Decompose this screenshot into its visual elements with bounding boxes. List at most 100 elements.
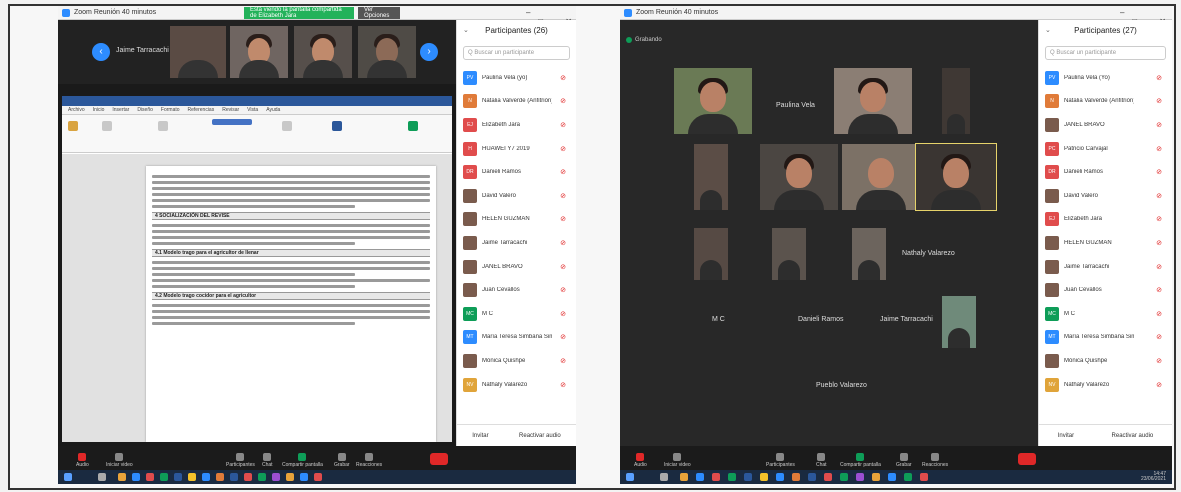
ribbon-tab[interactable]: Inicio (93, 106, 105, 114)
taskbar-icon[interactable] (728, 473, 736, 481)
taskbar-icon[interactable] (244, 473, 252, 481)
participants-button[interactable]: Participantes (226, 453, 255, 468)
taskbar-icon[interactable] (680, 473, 688, 481)
participant-row[interactable]: David Valero ⊘ (457, 184, 576, 208)
participant-row[interactable]: DR Danieli Ramos ⊘ (457, 160, 576, 184)
participant-row[interactable]: JANEL BRAVO ⊘ (457, 255, 576, 279)
chevron-down-icon[interactable]: ⌄ (463, 20, 469, 42)
taskbar-icon[interactable] (314, 473, 322, 481)
participant-row[interactable]: Jaime Tarracachi ⊘ (1039, 255, 1172, 279)
gallery-tile[interactable] (772, 228, 806, 280)
participant-row[interactable]: HELEN GUZMAN ⊘ (1039, 231, 1172, 255)
taskbar-icon[interactable] (300, 473, 308, 481)
participant-row[interactable]: Juan Cevallos ⊘ (457, 278, 576, 302)
reactions-button[interactable]: Reacciones (356, 453, 382, 468)
chat-button[interactable]: Chat (262, 453, 273, 468)
start-icon[interactable] (626, 473, 634, 481)
participant-row[interactable]: Jaime Tarracachi ⊘ (457, 231, 576, 255)
invite-button[interactable]: Invitar (472, 433, 488, 439)
chevron-down-icon[interactable]: ⌄ (1045, 20, 1051, 42)
participant-row[interactable]: H HUAWEI Y7 2019 ⊘ (457, 137, 576, 161)
gallery-tile-active-speaker[interactable] (915, 143, 997, 211)
participant-row[interactable]: DR Danieli Ramos ⊘ (1039, 160, 1172, 184)
taskbar-icon[interactable] (118, 473, 126, 481)
participant-search[interactable]: Q Buscar un participante (1045, 46, 1166, 60)
ribbon-tab[interactable]: Insertar (112, 106, 129, 114)
participant-row[interactable]: PV Paulina Vela (Yo) ⊘ (1039, 66, 1172, 90)
share-screen-button[interactable]: Compartir pantalla (282, 453, 323, 468)
taskbar-icon[interactable] (132, 473, 140, 481)
paragraph-icon[interactable] (282, 121, 292, 131)
taskbar-icon[interactable] (98, 473, 106, 481)
participants-button[interactable]: Participantes (766, 453, 795, 468)
reactions-button[interactable]: Reacciones (922, 453, 948, 468)
taskbar-icon[interactable] (174, 473, 182, 481)
record-button[interactable]: Grabar (896, 453, 912, 468)
participant-row[interactable]: PC Patricio Carvajal ⊘ (1039, 137, 1172, 161)
taskbar-icon[interactable] (888, 473, 896, 481)
gallery-tile[interactable] (694, 228, 728, 280)
participant-row[interactable]: NV Nathaly Valarezo ⊘ (457, 373, 576, 397)
participant-row[interactable]: David Valero ⊘ (1039, 184, 1172, 208)
style-box[interactable] (212, 119, 252, 125)
ribbon-tab[interactable]: Revisar (222, 106, 239, 114)
gallery-tile[interactable] (942, 296, 976, 348)
ribbon-tab[interactable]: Formato (161, 106, 180, 114)
taskbar-icon[interactable] (660, 473, 668, 481)
participant-row[interactable]: MC M C ⊘ (1039, 302, 1172, 326)
audio-button[interactable]: Audio (634, 453, 647, 468)
share-screen-button[interactable]: Compartir pantalla (840, 453, 881, 468)
ribbon-tab[interactable]: Referencias (188, 106, 215, 114)
taskbar-icon[interactable] (188, 473, 196, 481)
taskbar-icon[interactable] (286, 473, 294, 481)
gallery-tile[interactable] (760, 144, 838, 210)
participant-row[interactable]: PV Paulina Vela (yo) ⊘ (457, 66, 576, 90)
participant-row[interactable]: Juan Cevallos ⊘ (1039, 278, 1172, 302)
participant-row[interactable]: HELEN GUZMAN ⊘ (457, 208, 576, 232)
taskbar-icon[interactable] (824, 473, 832, 481)
participant-row[interactable]: MT María Teresa Simbaña Simbaña ⊘ (1039, 326, 1172, 350)
participant-row[interactable]: Mónica Quishpe ⊘ (457, 349, 576, 373)
participant-row[interactable]: MC M C ⊘ (457, 302, 576, 326)
gallery-tile[interactable] (674, 68, 752, 134)
video-button[interactable]: Iniciar video (664, 453, 691, 468)
taskbar-icon[interactable] (808, 473, 816, 481)
video-button[interactable]: Iniciar video (106, 453, 133, 468)
taskbar-icon[interactable] (856, 473, 864, 481)
share-icon[interactable] (408, 121, 418, 131)
participant-row[interactable]: MT María Teresa Simbaña Simbaña ⊘ (457, 326, 576, 350)
chat-button[interactable]: Chat (816, 453, 827, 468)
taskbar-icon[interactable] (792, 473, 800, 481)
gallery-tile[interactable] (852, 228, 886, 280)
end-call-button[interactable] (1018, 453, 1036, 465)
clipboard-icon[interactable] (102, 121, 112, 131)
taskbar-icon[interactable] (272, 473, 280, 481)
ribbon-tab[interactable]: Vista (247, 106, 258, 114)
taskbar-icon[interactable] (744, 473, 752, 481)
view-options-button[interactable]: Ver Opciones (358, 7, 400, 19)
participant-row[interactable]: EJ Elizabeth Jara ⊘ (457, 113, 576, 137)
participant-search[interactable]: Q Buscar un participante (463, 46, 570, 60)
taskbar-icon[interactable] (146, 473, 154, 481)
audio-button[interactable]: Audio (76, 453, 89, 468)
unmute-button[interactable]: Reactivar audio (519, 433, 561, 439)
font-icon[interactable] (158, 121, 168, 131)
gallery-tile[interactable] (834, 68, 912, 134)
taskbar-icon[interactable] (904, 473, 912, 481)
next-page-icon[interactable]: › (420, 43, 438, 61)
taskbar-icon[interactable] (840, 473, 848, 481)
start-icon[interactable] (64, 473, 72, 481)
participant-row[interactable]: N Natalia Valverde (Anfitrión) ⊘ (457, 90, 576, 114)
gallery-tile[interactable] (942, 68, 970, 134)
gallery-tile[interactable] (842, 144, 920, 210)
taskbar-icon[interactable] (216, 473, 224, 481)
gallery-tile[interactable] (694, 144, 728, 210)
ribbon-tab[interactable]: Ayuda (266, 106, 280, 114)
taskbar-icon[interactable] (712, 473, 720, 481)
taskbar-icon[interactable] (776, 473, 784, 481)
ribbon-tab[interactable]: Diseño (137, 106, 153, 114)
participant-row[interactable]: NV Nathaly Valarezo ⊘ (1039, 373, 1172, 397)
ribbon-tab[interactable]: Archivo (68, 106, 85, 114)
taskbar-icon[interactable] (920, 473, 928, 481)
find-icon[interactable] (332, 121, 342, 131)
